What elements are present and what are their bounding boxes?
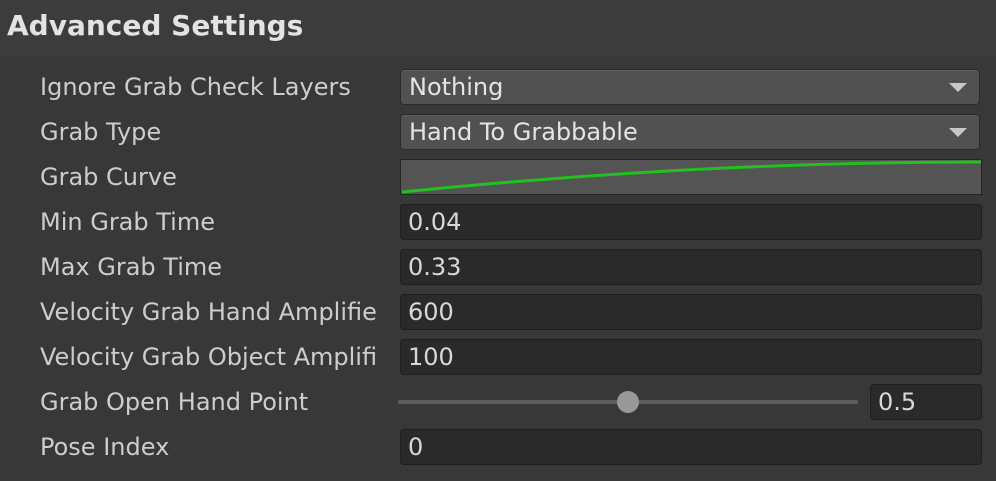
velocity-grab-hand-amplifier-row: Velocity Grab Hand Amplifie 600 <box>0 292 996 332</box>
min-grab-time-input[interactable]: 0.04 <box>400 204 982 240</box>
max-grab-time-label: Max Grab Time <box>40 253 223 281</box>
grab-curve-row: Grab Curve <box>0 157 996 197</box>
pose-index-value: 0 <box>408 433 424 461</box>
min-grab-time-label: Min Grab Time <box>40 208 215 236</box>
velocity-grab-object-amplifier-label: Velocity Grab Object Amplifi <box>40 343 378 371</box>
curve-line <box>401 160 981 194</box>
grab-open-hand-point-label: Grab Open Hand Point <box>40 388 309 416</box>
max-grab-time-value: 0.33 <box>408 253 462 281</box>
ignore-grab-check-layers-value: Nothing <box>409 73 504 101</box>
max-grab-time-row: Max Grab Time 0.33 <box>0 247 996 287</box>
grab-type-row: Grab Type Hand To Grabbable <box>0 112 996 152</box>
max-grab-time-input[interactable]: 0.33 <box>400 249 982 285</box>
ignore-grab-check-layers-label: Ignore Grab Check Layers <box>40 73 351 101</box>
curve-graph <box>401 160 981 194</box>
chevron-down-icon <box>949 128 967 137</box>
section-title: Advanced Settings <box>7 9 304 42</box>
grab-open-hand-point-input[interactable]: 0.5 <box>870 384 982 420</box>
grab-type-dropdown[interactable]: Hand To Grabbable <box>400 114 980 150</box>
velocity-grab-hand-amplifier-label: Velocity Grab Hand Amplifie <box>40 298 377 326</box>
ignore-grab-check-layers-dropdown[interactable]: Nothing <box>400 69 980 105</box>
min-grab-time-value: 0.04 <box>408 208 462 236</box>
grab-curve-field[interactable] <box>400 159 982 195</box>
section-header[interactable]: Advanced Settings <box>0 0 996 56</box>
velocity-grab-object-amplifier-input[interactable]: 100 <box>400 339 982 375</box>
velocity-grab-object-amplifier-value: 100 <box>408 343 454 371</box>
chevron-down-icon <box>949 83 967 92</box>
advanced-settings-panel: Ignore Grab Check Layers Nothing Grab Ty… <box>0 56 996 481</box>
ignore-grab-check-layers-row: Ignore Grab Check Layers Nothing <box>0 67 996 107</box>
velocity-grab-object-amplifier-row: Velocity Grab Object Amplifi 100 <box>0 337 996 377</box>
grab-type-label: Grab Type <box>40 118 162 146</box>
grab-open-hand-point-slider-thumb[interactable] <box>617 391 639 413</box>
pose-index-input[interactable]: 0 <box>400 429 982 465</box>
pose-index-label: Pose Index <box>40 433 170 461</box>
grab-type-value: Hand To Grabbable <box>409 118 638 146</box>
grab-open-hand-point-value: 0.5 <box>878 388 917 416</box>
grab-curve-label: Grab Curve <box>40 163 177 191</box>
min-grab-time-row: Min Grab Time 0.04 <box>0 202 996 242</box>
velocity-grab-hand-amplifier-value: 600 <box>408 298 454 326</box>
grab-open-hand-point-row: Grab Open Hand Point 0.5 <box>0 382 996 422</box>
velocity-grab-hand-amplifier-input[interactable]: 600 <box>400 294 982 330</box>
pose-index-row: Pose Index 0 <box>0 427 996 467</box>
